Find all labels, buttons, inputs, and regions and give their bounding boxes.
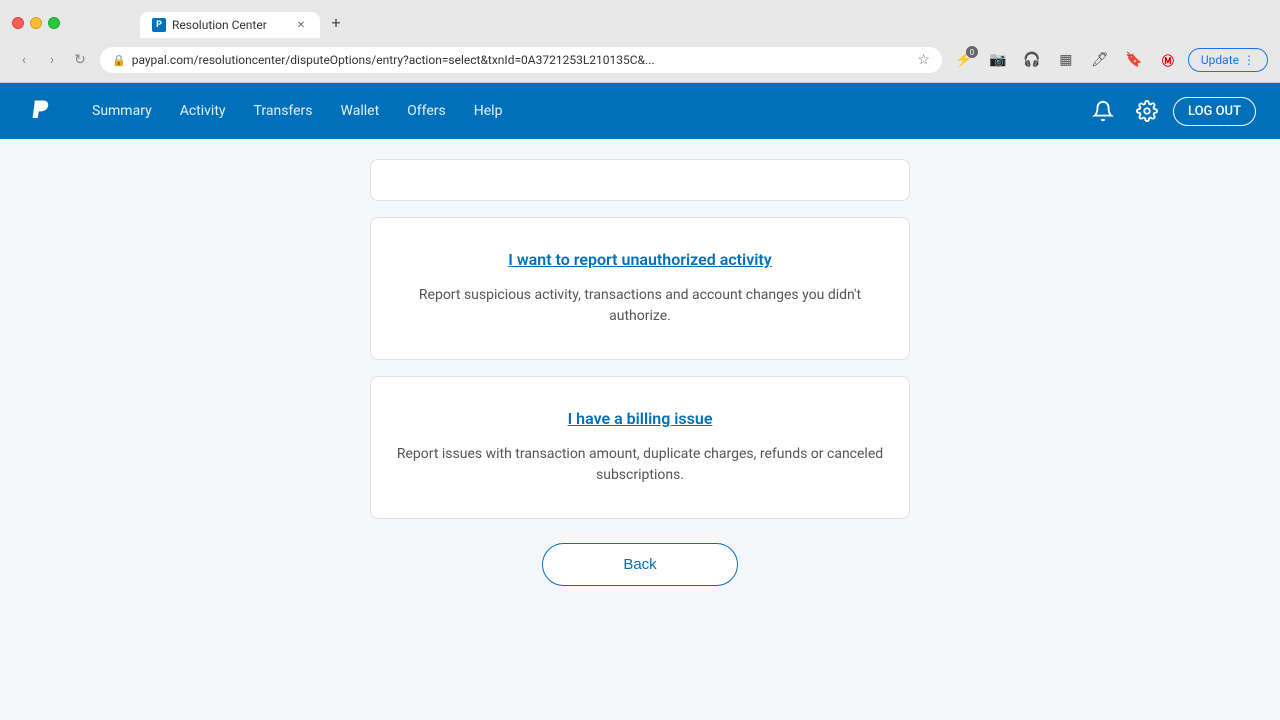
forward-nav-button[interactable]: ›	[40, 48, 64, 72]
browser-chrome: P Resolution Center ✕ + ‹ › ↻ 🔒 paypal.c…	[0, 0, 1280, 83]
bookmark2-button[interactable]: 🔖	[1120, 46, 1148, 74]
minimize-window-button[interactable]	[30, 17, 42, 29]
billing-issue-title: I have a billing issue	[395, 409, 885, 428]
summary-nav-link[interactable]: Summary	[80, 95, 164, 127]
help-nav-link[interactable]: Help	[462, 95, 515, 127]
refresh-nav-button[interactable]: ↻	[68, 48, 92, 72]
back-button-wrapper: Back	[370, 543, 910, 586]
m-extension-button[interactable]: Ⓜ	[1154, 46, 1182, 74]
billing-issue-description: Report issues with transaction amount, d…	[395, 444, 885, 486]
titlebar: P Resolution Center ✕ +	[0, 0, 1280, 42]
offers-nav-link[interactable]: Offers	[395, 95, 458, 127]
traffic-lights	[12, 17, 60, 29]
activity-nav-link[interactable]: Activity	[168, 95, 238, 127]
back-nav-button[interactable]: ‹	[12, 48, 36, 72]
url-bar[interactable]: 🔒 paypal.com/resolutioncenter/disputeOpt…	[100, 47, 942, 73]
main-content: I want to report unauthorized activity R…	[0, 139, 1280, 720]
tab-bar: P Resolution Center ✕ +	[128, 8, 362, 38]
partial-top-card	[370, 159, 910, 201]
nav-actions: LOG OUT	[1085, 93, 1256, 129]
lock-icon: 🔒	[112, 54, 126, 67]
address-bar: ‹ › ↻ 🔒 paypal.com/resolutioncenter/disp…	[0, 42, 1280, 82]
notifications-button[interactable]	[1085, 93, 1121, 129]
close-window-button[interactable]	[12, 17, 24, 29]
update-button[interactable]: Update ⋮	[1188, 48, 1268, 72]
extension-badge: 0	[966, 46, 978, 58]
transfers-nav-link[interactable]: Transfers	[242, 95, 325, 127]
wallet-nav-link[interactable]: Wallet	[329, 95, 392, 127]
url-text: paypal.com/resolutioncenter/disputeOptio…	[132, 53, 912, 67]
tab-title-label: Resolution Center	[172, 18, 288, 32]
new-tab-button[interactable]: +	[322, 8, 350, 36]
audio-button[interactable]: 🎧	[1018, 46, 1046, 74]
nav-links: Summary Activity Transfers Wallet Offers…	[80, 95, 1085, 127]
billing-issue-card[interactable]: I have a billing issue Report issues wit…	[370, 376, 910, 519]
tab-close-button[interactable]: ✕	[294, 18, 308, 32]
browser-extension-actions: ⚡ 0 📷 🎧 ▦ 🖊 🔖 Ⓜ Update ⋮	[950, 46, 1268, 74]
paypal-navbar: Summary Activity Transfers Wallet Offers…	[0, 83, 1280, 139]
extensions-button[interactable]: ⚡ 0	[950, 46, 978, 74]
unauthorized-activity-title: I want to report unauthorized activity	[395, 250, 885, 269]
camera-button[interactable]: 📷	[984, 46, 1012, 74]
edit-button[interactable]: 🖊	[1086, 46, 1114, 74]
content-wrapper: I want to report unauthorized activity R…	[370, 159, 910, 680]
paypal-logo[interactable]	[24, 95, 56, 127]
maximize-window-button[interactable]	[48, 17, 60, 29]
unauthorized-activity-card[interactable]: I want to report unauthorized activity R…	[370, 217, 910, 360]
update-chevron-icon: ⋮	[1243, 53, 1255, 67]
active-tab[interactable]: P Resolution Center ✕	[140, 12, 320, 38]
back-button[interactable]: Back	[542, 543, 737, 586]
update-label: Update	[1201, 53, 1239, 67]
bookmark-icon[interactable]: ☆	[917, 52, 930, 68]
logout-button[interactable]: LOG OUT	[1173, 97, 1256, 126]
settings-button[interactable]	[1129, 93, 1165, 129]
nav-buttons: ‹ › ↻	[12, 48, 92, 72]
tab-favicon: P	[152, 18, 166, 32]
unauthorized-activity-description: Report suspicious activity, transactions…	[395, 285, 885, 327]
extensions2-button[interactable]: ▦	[1052, 46, 1080, 74]
